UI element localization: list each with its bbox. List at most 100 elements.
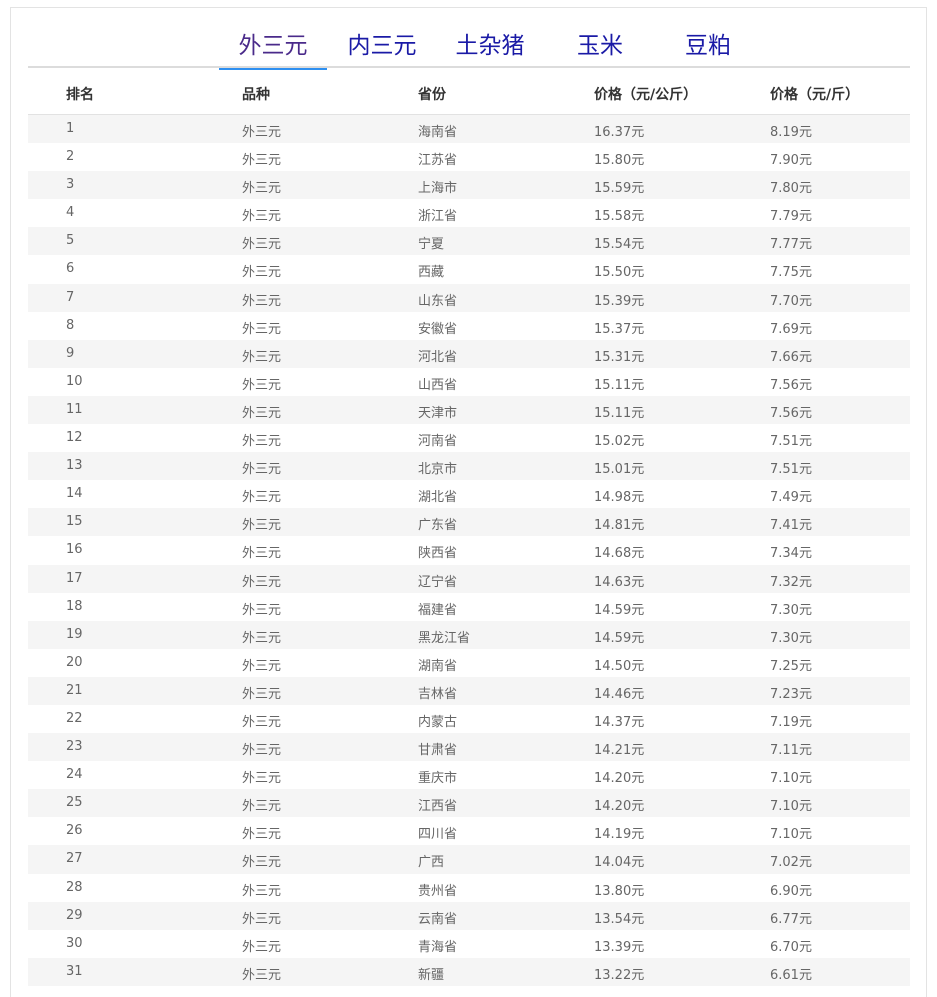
cell-price-per-jin: 7.10元 [770,827,812,843]
header-province: 省份 [418,87,446,103]
cell-price-per-kg: 15.01元 [594,462,645,478]
cell-rank: 1 [66,121,75,136]
cell-price-per-jin: 7.19元 [770,714,812,730]
cell-province: 黑龙江省 [418,630,471,646]
cell-price-per-jin: 7.51元 [770,462,812,478]
tab-yu-mi[interactable]: 玉米 [568,30,632,70]
table-row: 31 外三元 新疆 13.22元 6.61元 [28,957,910,986]
table-row: 30 外三元 青海省 13.39元 6.70元 [28,930,910,958]
table-header: 排名 品种 省份 价格（元/公斤） 价格（元/斤） [28,70,910,115]
cell-variety: 外三元 [242,349,282,365]
cell-price-per-jin: 7.77元 [770,237,812,253]
cell-rank: 14 [66,486,83,502]
cell-price-per-jin: 7.69元 [770,321,812,337]
cell-province: 河北省 [418,349,458,365]
cell-price-per-jin: 7.25元 [770,658,812,674]
cell-variety: 外三元 [242,293,282,309]
cell-price-per-jin: 7.11元 [770,743,812,759]
cell-province: 天津市 [418,405,458,421]
cell-province: 吉林省 [418,686,458,702]
cell-province: 宁夏 [418,237,445,253]
cell-rank: 24 [66,767,83,783]
cell-province: 河南省 [418,434,458,450]
price-panel: 外三元 内三元 土杂猪 玉米 豆粕 排名 品种 省份 价格（元/公斤） 价格（元… [10,7,927,997]
header-price-per-kg: 价格（元/公斤） [594,87,698,103]
cell-province: 福建省 [418,602,458,618]
cell-price-per-jin: 7.80元 [770,181,812,197]
tab-tu-za-zhu[interactable]: 土杂猪 [452,30,528,70]
table-row: 10 外三元 山西省 15.11元 7.56元 [28,368,910,396]
table-row: 21 外三元 吉林省 14.46元 7.23元 [28,676,910,705]
cell-price-per-kg: 13.39元 [594,939,645,955]
table-row: 14 外三元 湖北省 14.98元 7.49元 [28,480,910,508]
cell-rank: 29 [66,907,83,923]
table-row: 7 外三元 山东省 15.39元 7.70元 [28,283,910,312]
cell-price-per-kg: 14.46元 [594,686,645,702]
table-row: 29 外三元 云南省 13.54元 6.77元 [28,901,910,930]
cell-variety: 外三元 [242,743,282,759]
cell-price-per-jin: 7.75元 [770,265,812,281]
cell-price-per-jin: 7.30元 [770,602,812,618]
cell-rank: 8 [66,317,75,333]
table-row: 18 外三元 福建省 14.59元 7.30元 [28,593,910,621]
table-row: 23 外三元 甘肃省 14.21元 7.11元 [28,733,910,762]
cell-price-per-kg: 14.04元 [594,855,645,871]
cell-rank: 22 [66,710,83,726]
cell-province: 北京市 [418,462,458,478]
tab-nei-san-yuan[interactable]: 内三元 [344,30,420,70]
table-row: 28 外三元 贵州省 13.80元 6.90元 [28,874,910,902]
tab-bar: 外三元 内三元 土杂猪 玉米 豆粕 [28,26,910,70]
cell-rank: 5 [66,233,75,249]
cell-province: 青海省 [418,939,458,955]
cell-rank: 9 [66,345,75,361]
cell-rank: 11 [66,401,83,417]
cell-price-per-kg: 15.59元 [594,181,645,197]
cell-variety: 外三元 [242,883,282,899]
cell-price-per-jin: 7.56元 [770,405,812,421]
cell-variety: 外三元 [242,967,282,983]
cell-variety: 外三元 [242,462,282,478]
cell-variety: 外三元 [242,237,282,253]
tab-wai-san-yuan[interactable]: 外三元 [219,30,327,70]
cell-province: 浙江省 [418,209,458,225]
cell-variety: 外三元 [242,939,282,955]
cell-variety: 外三元 [242,630,282,646]
cell-rank: 4 [66,205,75,221]
cell-price-per-kg: 14.68元 [594,546,645,562]
cell-variety: 外三元 [242,714,282,730]
cell-variety: 外三元 [242,321,282,337]
cell-price-per-kg: 14.59元 [594,630,645,646]
cell-rank: 25 [66,795,83,811]
price-table: 排名 品种 省份 价格（元/公斤） 价格（元/斤） 1 外三元 海南省 16.37元 8… [28,70,910,986]
cell-price-per-kg: 14.98元 [594,490,645,506]
cell-price-per-jin: 7.10元 [770,771,812,787]
cell-price-per-jin: 7.51元 [770,434,812,450]
cell-variety: 外三元 [242,265,282,281]
cell-province: 辽宁省 [418,574,458,590]
cell-price-per-kg: 15.11元 [594,405,645,421]
cell-price-per-kg: 14.59元 [594,602,645,618]
cell-variety: 外三元 [242,377,282,393]
cell-price-per-kg: 14.50元 [594,658,645,674]
cell-price-per-jin: 7.23元 [770,686,812,702]
table-row: 22 外三元 内蒙古 14.37元 7.19元 [28,705,910,733]
cell-rank: 23 [66,739,83,755]
cell-price-per-jin: 6.61元 [770,967,812,983]
cell-rank: 10 [66,373,83,389]
cell-rank: 6 [66,261,75,277]
cell-price-per-kg: 16.37元 [594,125,645,140]
tab-dou-po[interactable]: 豆粕 [676,30,740,70]
cell-province: 云南省 [418,911,458,927]
cell-rank: 30 [66,935,83,951]
cell-price-per-jin: 7.41元 [770,518,812,534]
cell-price-per-kg: 15.11元 [594,377,645,393]
table-row: 4 外三元 浙江省 15.58元 7.79元 [28,199,910,227]
cell-price-per-jin: 7.70元 [770,293,812,309]
table-row: 5 外三元 宁夏 15.54元 7.77元 [28,227,910,256]
cell-rank: 13 [66,458,83,474]
table-row: 24 外三元 重庆市 14.20元 7.10元 [28,761,910,789]
cell-rank: 28 [66,879,83,895]
cell-province: 海南省 [418,125,458,140]
cell-variety: 外三元 [242,827,282,843]
cell-province: 甘肃省 [418,743,458,759]
